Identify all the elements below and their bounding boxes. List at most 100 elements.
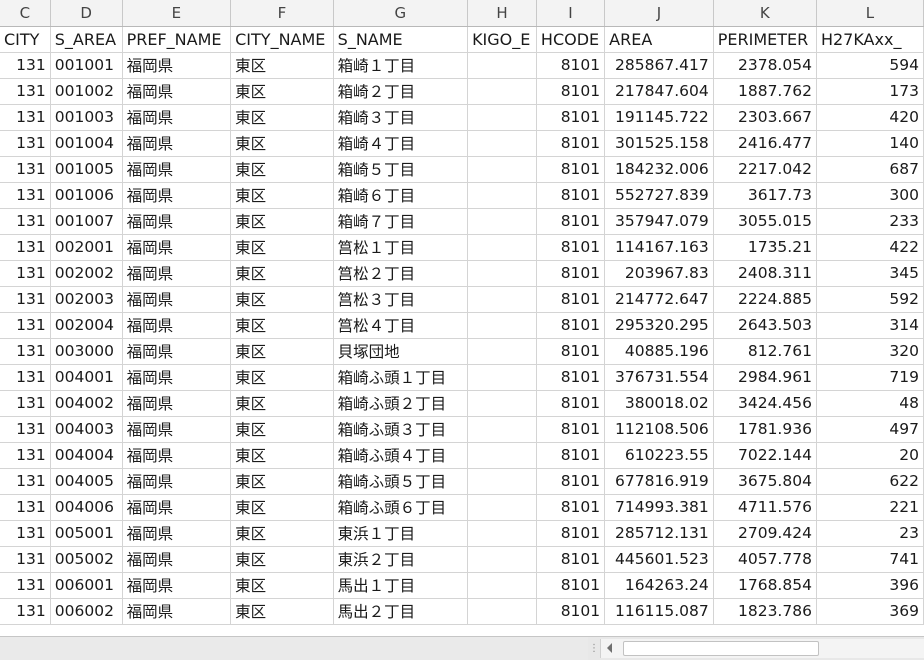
cell-l[interactable]: 48 bbox=[816, 390, 924, 417]
cell-k[interactable]: 2643.503 bbox=[713, 312, 817, 339]
cell-j[interactable]: 380018.02 bbox=[604, 390, 714, 417]
scrollbar-thumb[interactable] bbox=[623, 641, 819, 656]
cell-g[interactable]: 箱崎ふ頭３丁目 bbox=[333, 416, 469, 443]
cell-g[interactable]: 箱崎２丁目 bbox=[333, 78, 469, 105]
cell-g[interactable]: 箱崎ふ頭５丁目 bbox=[333, 468, 469, 495]
cell-g[interactable]: 貝塚団地 bbox=[333, 338, 469, 365]
cell-l[interactable]: 592 bbox=[816, 286, 924, 313]
cell-c[interactable]: 131 bbox=[0, 442, 51, 469]
column-header-i[interactable]: I bbox=[536, 0, 606, 27]
cell-h[interactable] bbox=[467, 78, 537, 105]
cell-g[interactable]: 馬出２丁目 bbox=[333, 598, 469, 625]
cell-h[interactable] bbox=[467, 156, 537, 183]
cell-d[interactable]: 006002 bbox=[50, 598, 123, 625]
cell-d[interactable]: 002003 bbox=[50, 286, 123, 313]
cell-i[interactable]: 8101 bbox=[536, 208, 606, 235]
cell-g[interactable]: 箱崎ふ頭６丁目 bbox=[333, 494, 469, 521]
cell-i[interactable]: 8101 bbox=[536, 572, 606, 599]
cell-l[interactable]: 422 bbox=[816, 234, 924, 261]
column-header-f[interactable]: F bbox=[230, 0, 334, 27]
cell-j[interactable]: 301525.158 bbox=[604, 130, 714, 157]
cell-k[interactable]: 4057.778 bbox=[713, 546, 817, 573]
cell-e[interactable]: 福岡県 bbox=[122, 260, 232, 287]
cell-e[interactable]: 福岡県 bbox=[122, 468, 232, 495]
cell-f[interactable]: 東区 bbox=[230, 52, 334, 79]
cell-j[interactable]: 295320.295 bbox=[604, 312, 714, 339]
cell-f[interactable]: 東区 bbox=[230, 442, 334, 469]
cell-c[interactable]: 131 bbox=[0, 520, 51, 547]
cell-l[interactable]: 396 bbox=[816, 572, 924, 599]
field-header-cell[interactable]: AREA bbox=[604, 26, 714, 53]
cell-j[interactable]: 552727.839 bbox=[604, 182, 714, 209]
cell-l[interactable]: 140 bbox=[816, 130, 924, 157]
cell-f[interactable]: 東区 bbox=[230, 208, 334, 235]
cell-j[interactable]: 112108.506 bbox=[604, 416, 714, 443]
cell-j[interactable]: 376731.554 bbox=[604, 364, 714, 391]
cell-h[interactable] bbox=[467, 338, 537, 365]
cell-e[interactable]: 福岡県 bbox=[122, 520, 232, 547]
cell-j[interactable]: 191145.722 bbox=[604, 104, 714, 131]
cell-e[interactable]: 福岡県 bbox=[122, 598, 232, 625]
cell-j[interactable]: 114167.163 bbox=[604, 234, 714, 261]
column-header-l[interactable]: L bbox=[816, 0, 924, 27]
cell-d[interactable]: 002004 bbox=[50, 312, 123, 339]
cell-j[interactable]: 116115.087 bbox=[604, 598, 714, 625]
cell-l[interactable]: 719 bbox=[816, 364, 924, 391]
cell-f[interactable]: 東区 bbox=[230, 390, 334, 417]
cell-f[interactable]: 東区 bbox=[230, 312, 334, 339]
cell-g[interactable]: 箱崎７丁目 bbox=[333, 208, 469, 235]
cell-e[interactable]: 福岡県 bbox=[122, 208, 232, 235]
cell-h[interactable] bbox=[467, 598, 537, 625]
cell-g[interactable]: 筥松４丁目 bbox=[333, 312, 469, 339]
cell-c[interactable]: 131 bbox=[0, 182, 51, 209]
cell-c[interactable]: 131 bbox=[0, 78, 51, 105]
cell-f[interactable]: 東区 bbox=[230, 104, 334, 131]
cell-d[interactable]: 004003 bbox=[50, 416, 123, 443]
cell-c[interactable]: 131 bbox=[0, 546, 51, 573]
cell-k[interactable]: 2416.477 bbox=[713, 130, 817, 157]
cell-k[interactable]: 1887.762 bbox=[713, 78, 817, 105]
field-header-cell[interactable]: CITY_NAME bbox=[230, 26, 334, 53]
cell-g[interactable]: 箱崎４丁目 bbox=[333, 130, 469, 157]
cell-j[interactable]: 40885.196 bbox=[604, 338, 714, 365]
cell-c[interactable]: 131 bbox=[0, 598, 51, 625]
cell-c[interactable]: 131 bbox=[0, 312, 51, 339]
cell-f[interactable]: 東区 bbox=[230, 520, 334, 547]
cell-h[interactable] bbox=[467, 312, 537, 339]
cell-f[interactable]: 東区 bbox=[230, 338, 334, 365]
cell-d[interactable]: 004002 bbox=[50, 390, 123, 417]
cell-c[interactable]: 131 bbox=[0, 416, 51, 443]
cell-c[interactable]: 131 bbox=[0, 364, 51, 391]
cell-e[interactable]: 福岡県 bbox=[122, 130, 232, 157]
cell-g[interactable]: 箱崎６丁目 bbox=[333, 182, 469, 209]
cell-c[interactable]: 131 bbox=[0, 52, 51, 79]
cell-e[interactable]: 福岡県 bbox=[122, 52, 232, 79]
cell-k[interactable]: 1768.854 bbox=[713, 572, 817, 599]
cell-j[interactable]: 164263.24 bbox=[604, 572, 714, 599]
cell-e[interactable]: 福岡県 bbox=[122, 416, 232, 443]
cell-c[interactable]: 131 bbox=[0, 390, 51, 417]
field-header-cell[interactable]: CITY bbox=[0, 26, 51, 53]
cell-e[interactable]: 福岡県 bbox=[122, 104, 232, 131]
cell-l[interactable]: 594 bbox=[816, 52, 924, 79]
column-header-g[interactable]: G bbox=[333, 0, 469, 27]
cell-d[interactable]: 004004 bbox=[50, 442, 123, 469]
cell-k[interactable]: 1781.936 bbox=[713, 416, 817, 443]
cell-l[interactable]: 173 bbox=[816, 78, 924, 105]
cell-g[interactable]: 箱崎５丁目 bbox=[333, 156, 469, 183]
cell-h[interactable] bbox=[467, 390, 537, 417]
cell-f[interactable]: 東区 bbox=[230, 78, 334, 105]
cell-k[interactable]: 3055.015 bbox=[713, 208, 817, 235]
cell-i[interactable]: 8101 bbox=[536, 260, 606, 287]
cell-i[interactable]: 8101 bbox=[536, 494, 606, 521]
cell-e[interactable]: 福岡県 bbox=[122, 312, 232, 339]
cell-g[interactable]: 東浜１丁目 bbox=[333, 520, 469, 547]
cell-k[interactable]: 3617.73 bbox=[713, 182, 817, 209]
cell-g[interactable]: 箱崎３丁目 bbox=[333, 104, 469, 131]
cell-h[interactable] bbox=[467, 546, 537, 573]
field-header-cell[interactable]: H27KAxx_ bbox=[816, 26, 924, 53]
cell-l[interactable]: 221 bbox=[816, 494, 924, 521]
cell-f[interactable]: 東区 bbox=[230, 546, 334, 573]
cell-l[interactable]: 369 bbox=[816, 598, 924, 625]
cell-c[interactable]: 131 bbox=[0, 338, 51, 365]
